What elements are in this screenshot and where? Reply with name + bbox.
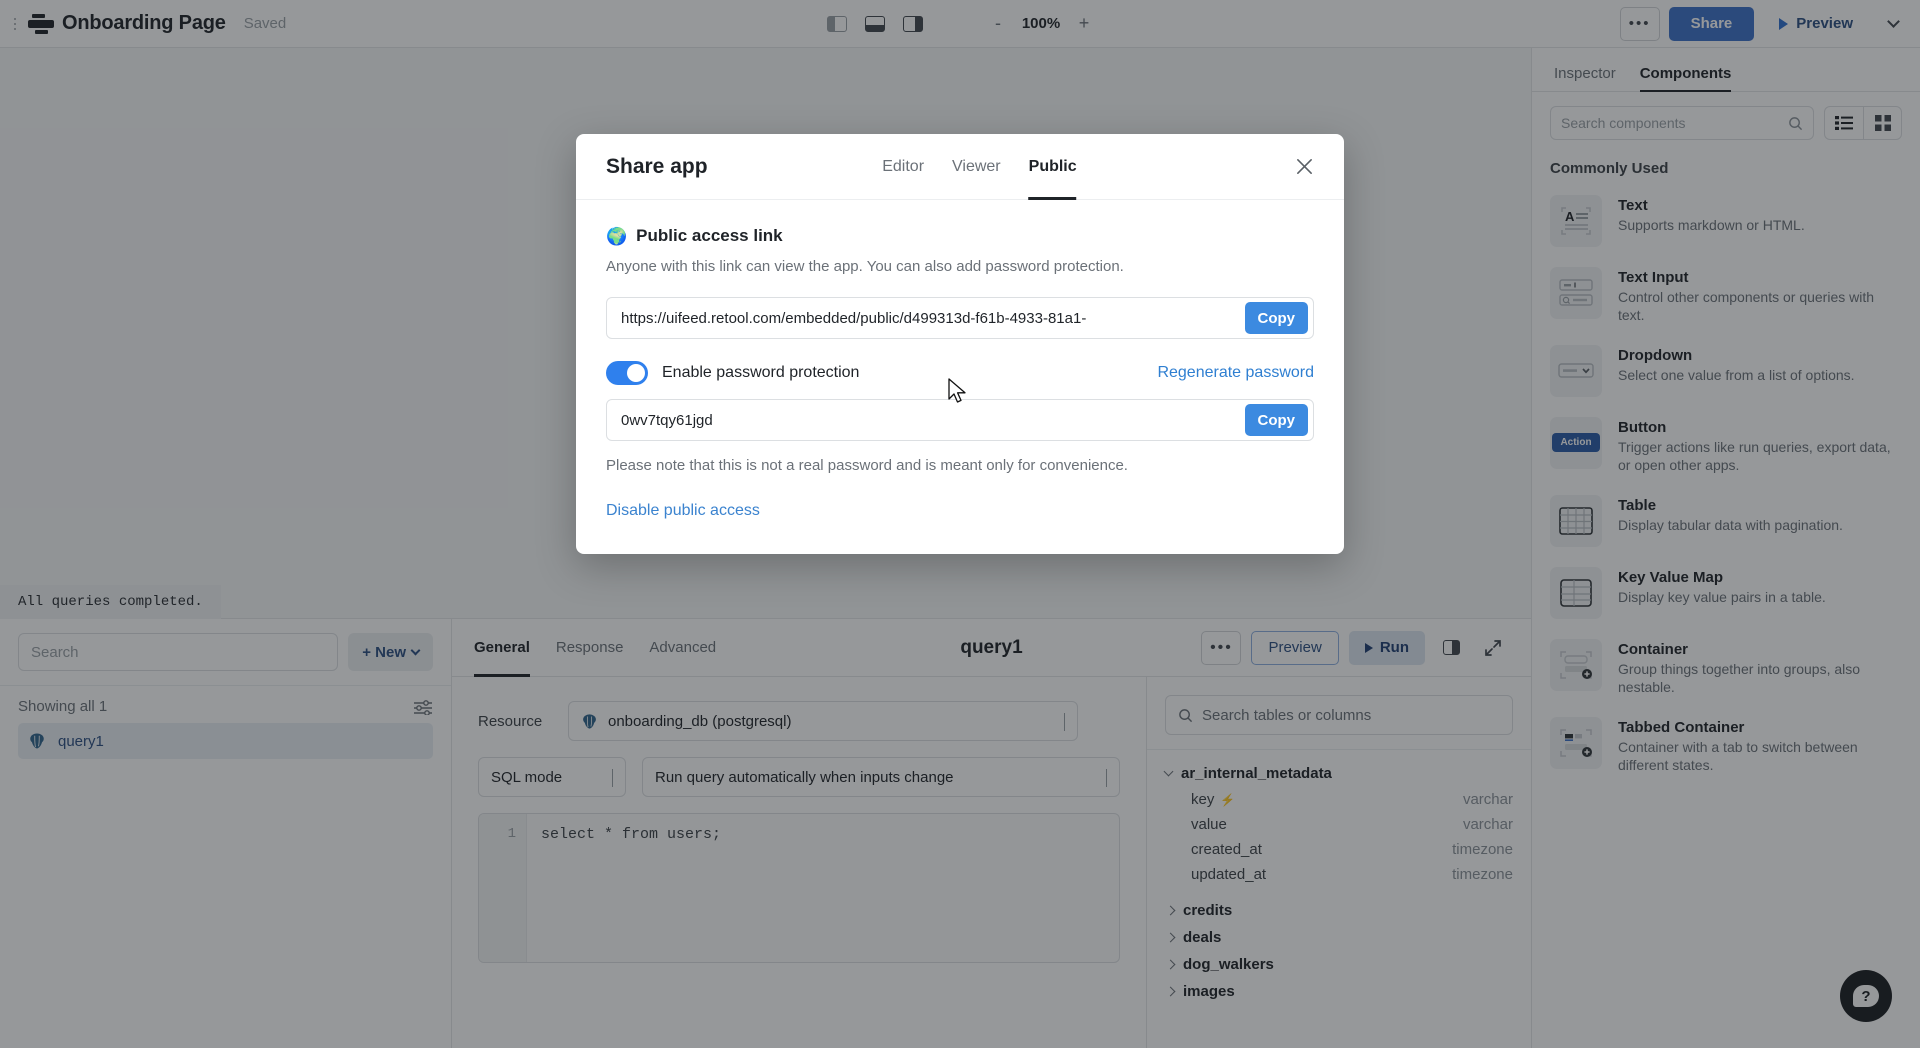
password-protection-label: Enable password protection (662, 364, 860, 381)
regenerate-password-link[interactable]: Regenerate password (1157, 364, 1314, 382)
password-protection-toggle[interactable] (606, 361, 648, 385)
modal-title: Share app (606, 154, 708, 178)
close-icon (1296, 159, 1312, 174)
password-note: Please note that this is not a real pass… (606, 457, 1128, 474)
retool-app-window: Onboarding Page Saved - 100% + ••• Share… (0, 0, 1920, 1048)
tab-editor[interactable]: Editor (882, 134, 924, 200)
public-access-section-title: 🌍 Public access link (606, 226, 1314, 246)
modal-tabs: Editor Viewer Public (882, 134, 1077, 200)
close-modal-button[interactable] (1290, 153, 1318, 181)
public-access-title-text: Public access link (636, 226, 783, 245)
password-input[interactable] (607, 400, 1245, 440)
share-app-modal: Share app Editor Viewer Public 🌍 Public … (576, 134, 1344, 554)
public-access-subtitle: Anyone with this link can view the app. … (606, 258, 1124, 275)
public-link-input[interactable] (607, 298, 1245, 338)
tab-viewer[interactable]: Viewer (952, 134, 1001, 200)
modal-body: 🌍 Public access link Anyone with this li… (576, 200, 1344, 554)
globe-icon: 🌍 (606, 226, 628, 246)
tab-public[interactable]: Public (1028, 134, 1077, 200)
modal-header: Share app Editor Viewer Public (576, 134, 1344, 200)
public-link-field[interactable]: Copy (606, 297, 1314, 339)
copy-password-button[interactable]: Copy (1244, 404, 1308, 436)
copy-link-button[interactable]: Copy (1244, 302, 1308, 334)
disable-public-access-link[interactable]: Disable public access (606, 502, 760, 520)
